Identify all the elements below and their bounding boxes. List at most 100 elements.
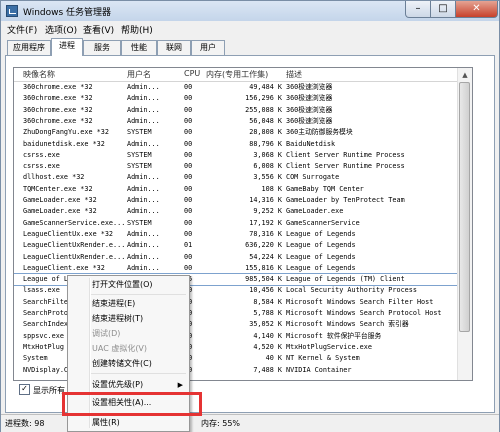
table-row[interactable]: baidunetdisk.exe *32 Admin... 00 88,796 K Ba… (14, 139, 472, 150)
cell-user: Admin... (127, 241, 160, 250)
cell-desc: Microsoft Windows Search 索引器 (286, 320, 409, 329)
cell-name: ZhuDongFangYu.exe *32 (23, 128, 109, 137)
cell-user: Admin... (127, 184, 160, 193)
table-row[interactable]: dllhost.exe *32 Admin... 00 3,556 K COM Surr… (14, 172, 472, 183)
cell-desc: 360主动防御服务模块 (286, 128, 353, 137)
cell-user: SYSTEM (127, 162, 152, 171)
cell-cpu: 00 (184, 173, 193, 182)
menu-open-file-location[interactable]: 打开文件位置(O) (92, 278, 187, 292)
cell-name: GameLoader.exe *32 (23, 207, 97, 216)
menu-properties[interactable]: 属性(R) (92, 416, 187, 430)
cell-mem: 54,224 K (249, 252, 282, 261)
menu-end-process-tree[interactable]: 结束进程树(T) (92, 312, 187, 326)
menu-options[interactable]: 选项(O) (45, 23, 77, 36)
cell-mem: 28,808 K (249, 128, 282, 137)
cell-mem: 4,140 K (253, 331, 282, 340)
cell-desc: 360极速浏览器 (286, 83, 333, 91)
table-row[interactable]: 360chrome.exe *32 Admin... 00 156,296 K 360极… (14, 93, 472, 104)
table-row[interactable]: LeagueClient.exe *32 Admin... 00 155,816 K L… (14, 263, 472, 274)
cell-mem: 7,488 K (253, 365, 282, 374)
cell-mem: 636,220 K (245, 241, 282, 250)
title-bar[interactable]: Windows 任务管理器 – □ ✕ (1, 1, 499, 21)
show-all-processes[interactable]: ✓ 显示所有 (19, 384, 65, 396)
menu-set-priority[interactable]: 设置优先级(P) ▶ (92, 378, 187, 392)
cell-name: LeagueClientUxRender.e... (23, 241, 126, 250)
tab-processes[interactable]: 进程 (51, 38, 83, 56)
menu-file[interactable]: 文件(F) (7, 23, 37, 36)
cell-cpu: 00 (184, 196, 193, 204)
table-row[interactable]: csrss.exe SYSTEM 00 3,068 K Client Server Ru… (14, 150, 472, 161)
cell-mem: 8,584 K (253, 297, 282, 306)
table-row[interactable]: ZhuDongFangYu.exe *32 SYSTEM 00 28,808 K 360… (14, 127, 472, 138)
table-row[interactable]: LeagueClientUxRender.e... Admin... 00 54,22… (14, 252, 472, 263)
context-menu-divider (91, 294, 186, 295)
table-row[interactable]: 360chrome.exe *32 Admin... 00 56,048 K 360极速… (14, 116, 472, 127)
cell-mem: 6,008 K (253, 162, 282, 171)
cell-user: Admin... (127, 263, 160, 272)
cell-mem: 17,192 K (249, 218, 282, 227)
cell-name: GameLoader.exe *32 (23, 196, 97, 204)
scroll-up-arrow-icon[interactable]: ▲ (460, 70, 470, 80)
maximize-button[interactable]: □ (431, 1, 456, 18)
table-row[interactable]: TQMCenter.exe *32 Admin... 00 108 K GameBaby… (14, 184, 472, 195)
cell-user: Admin... (127, 83, 160, 91)
cell-mem: 4,520 K (253, 342, 282, 351)
cell-mem: 49,484 K (249, 83, 282, 91)
cell-user: Admin... (127, 229, 160, 238)
tab-performance[interactable]: 性能 (121, 40, 157, 55)
column-user-name[interactable]: 用户名 (127, 69, 151, 80)
menu-view[interactable]: 查看(V) (83, 23, 114, 36)
cell-desc: NT Kernel & System (286, 354, 360, 363)
show-all-checkbox[interactable]: ✓ (19, 384, 30, 395)
minimize-button[interactable]: – (405, 1, 431, 18)
tab-networking[interactable]: 联网 (157, 40, 191, 55)
table-row[interactable]: LeagueClientUxRender.e... Admin... 01 636,2… (14, 240, 472, 251)
table-row[interactable]: GameLoader.exe *32 Admin... 00 9,252 K GameL… (14, 206, 472, 217)
scroll-thumb[interactable] (459, 82, 470, 332)
cell-desc: 360极速浏览器 (286, 116, 333, 125)
tab-services[interactable]: 服务 (83, 40, 121, 55)
column-memory[interactable]: 内存(专用工作集) (206, 69, 268, 80)
table-row[interactable]: csrss.exe SYSTEM 00 6,008 K Client Server Ru… (14, 161, 472, 172)
cell-user: Admin... (127, 116, 160, 125)
column-description[interactable]: 描述 (286, 69, 302, 80)
menu-end-process[interactable]: 结束进程(E) (92, 297, 187, 311)
column-image-name[interactable]: 映像名称 (23, 69, 55, 80)
table-row[interactable]: 360chrome.exe *32 Admin... 00 49,484 K 360极速… (14, 82, 472, 93)
tab-users[interactable]: 用户 (191, 40, 225, 55)
table-row[interactable]: GameLoader.exe *32 Admin... 00 14,316 K Game… (14, 195, 472, 206)
cell-name: 360chrome.exe *32 (23, 105, 93, 114)
table-row[interactable]: LeagueClientUx.exe *32 Admin... 00 78,316 K… (14, 229, 472, 240)
close-button[interactable]: ✕ (456, 1, 498, 18)
cell-name: baidunetdisk.exe *32 (23, 139, 105, 148)
table-row[interactable]: 360chrome.exe *32 Admin... 00 255,088 K 360极… (14, 105, 472, 116)
cell-cpu: 00 (184, 252, 193, 261)
cell-user: Admin... (127, 252, 160, 261)
cell-name: 360chrome.exe *32 (23, 83, 93, 91)
task-manager-icon (6, 5, 18, 17)
cell-cpu: 00 (184, 184, 193, 193)
cell-user: Admin... (127, 207, 160, 216)
cell-mem: 9,252 K (253, 207, 282, 216)
submenu-arrow-icon: ▶ (177, 381, 183, 389)
menu-help[interactable]: 帮助(H) (121, 23, 153, 36)
tab-applications[interactable]: 应用程序 (7, 40, 51, 55)
cell-cpu: 00 (184, 218, 193, 227)
cell-user: Admin... (127, 139, 160, 148)
cell-name: csrss.exe (23, 162, 60, 171)
cell-user: SYSTEM (127, 218, 152, 227)
cell-cpu: 00 (184, 94, 193, 103)
table-row[interactable]: GameScannerService.exe... SYSTEM 00 17,192 … (14, 218, 472, 229)
cell-mem: 155,816 K (245, 263, 282, 272)
cell-desc: League of Legends (286, 229, 356, 238)
cell-name: csrss.exe (23, 150, 60, 159)
cell-cpu: 00 (184, 150, 193, 159)
cell-desc: Client Server Runtime Process (286, 150, 405, 159)
cell-desc: 360极速浏览器 (286, 94, 333, 103)
vertical-scrollbar[interactable]: ▲ (457, 68, 472, 380)
cell-cpu: 00 (184, 105, 193, 114)
cell-name: TQMCenter.exe *32 (23, 184, 93, 193)
menu-create-dump-file[interactable]: 创建转储文件(C) (92, 357, 187, 371)
column-cpu[interactable]: CPU (184, 69, 200, 78)
cell-desc: NVIDIA Container (286, 365, 352, 374)
